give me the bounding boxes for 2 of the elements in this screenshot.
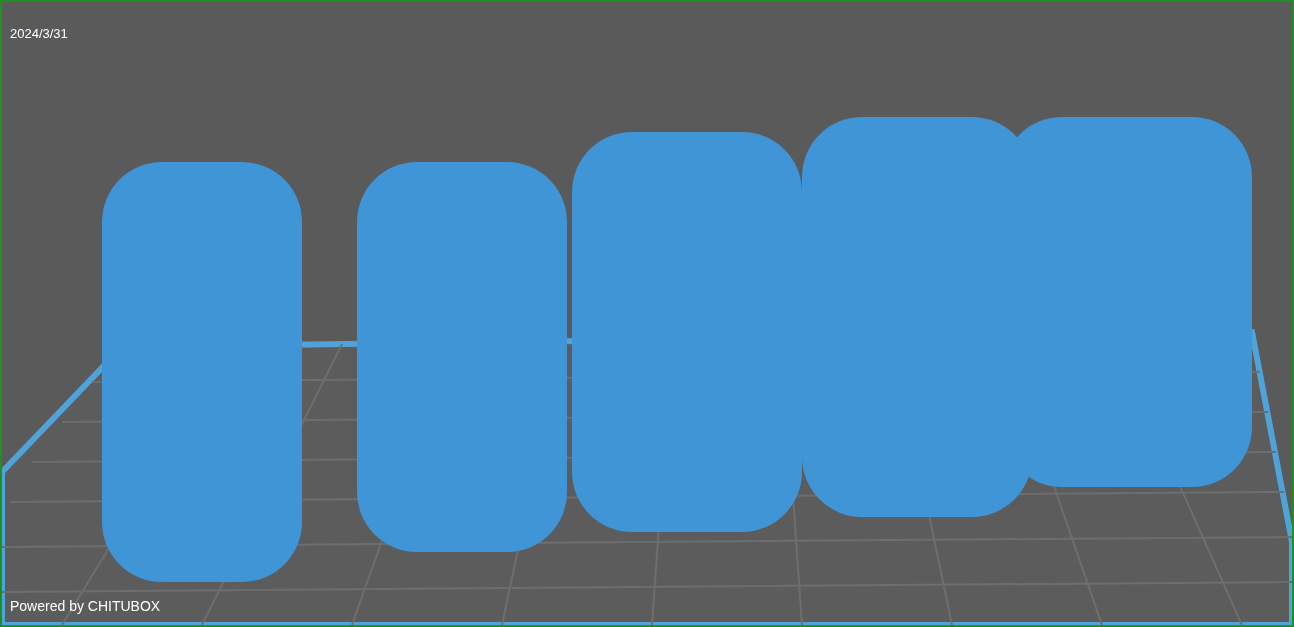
date-label: 2024/3/31 (10, 25, 68, 43)
powered-by-label: Powered by CHITUBOX (10, 597, 161, 616)
